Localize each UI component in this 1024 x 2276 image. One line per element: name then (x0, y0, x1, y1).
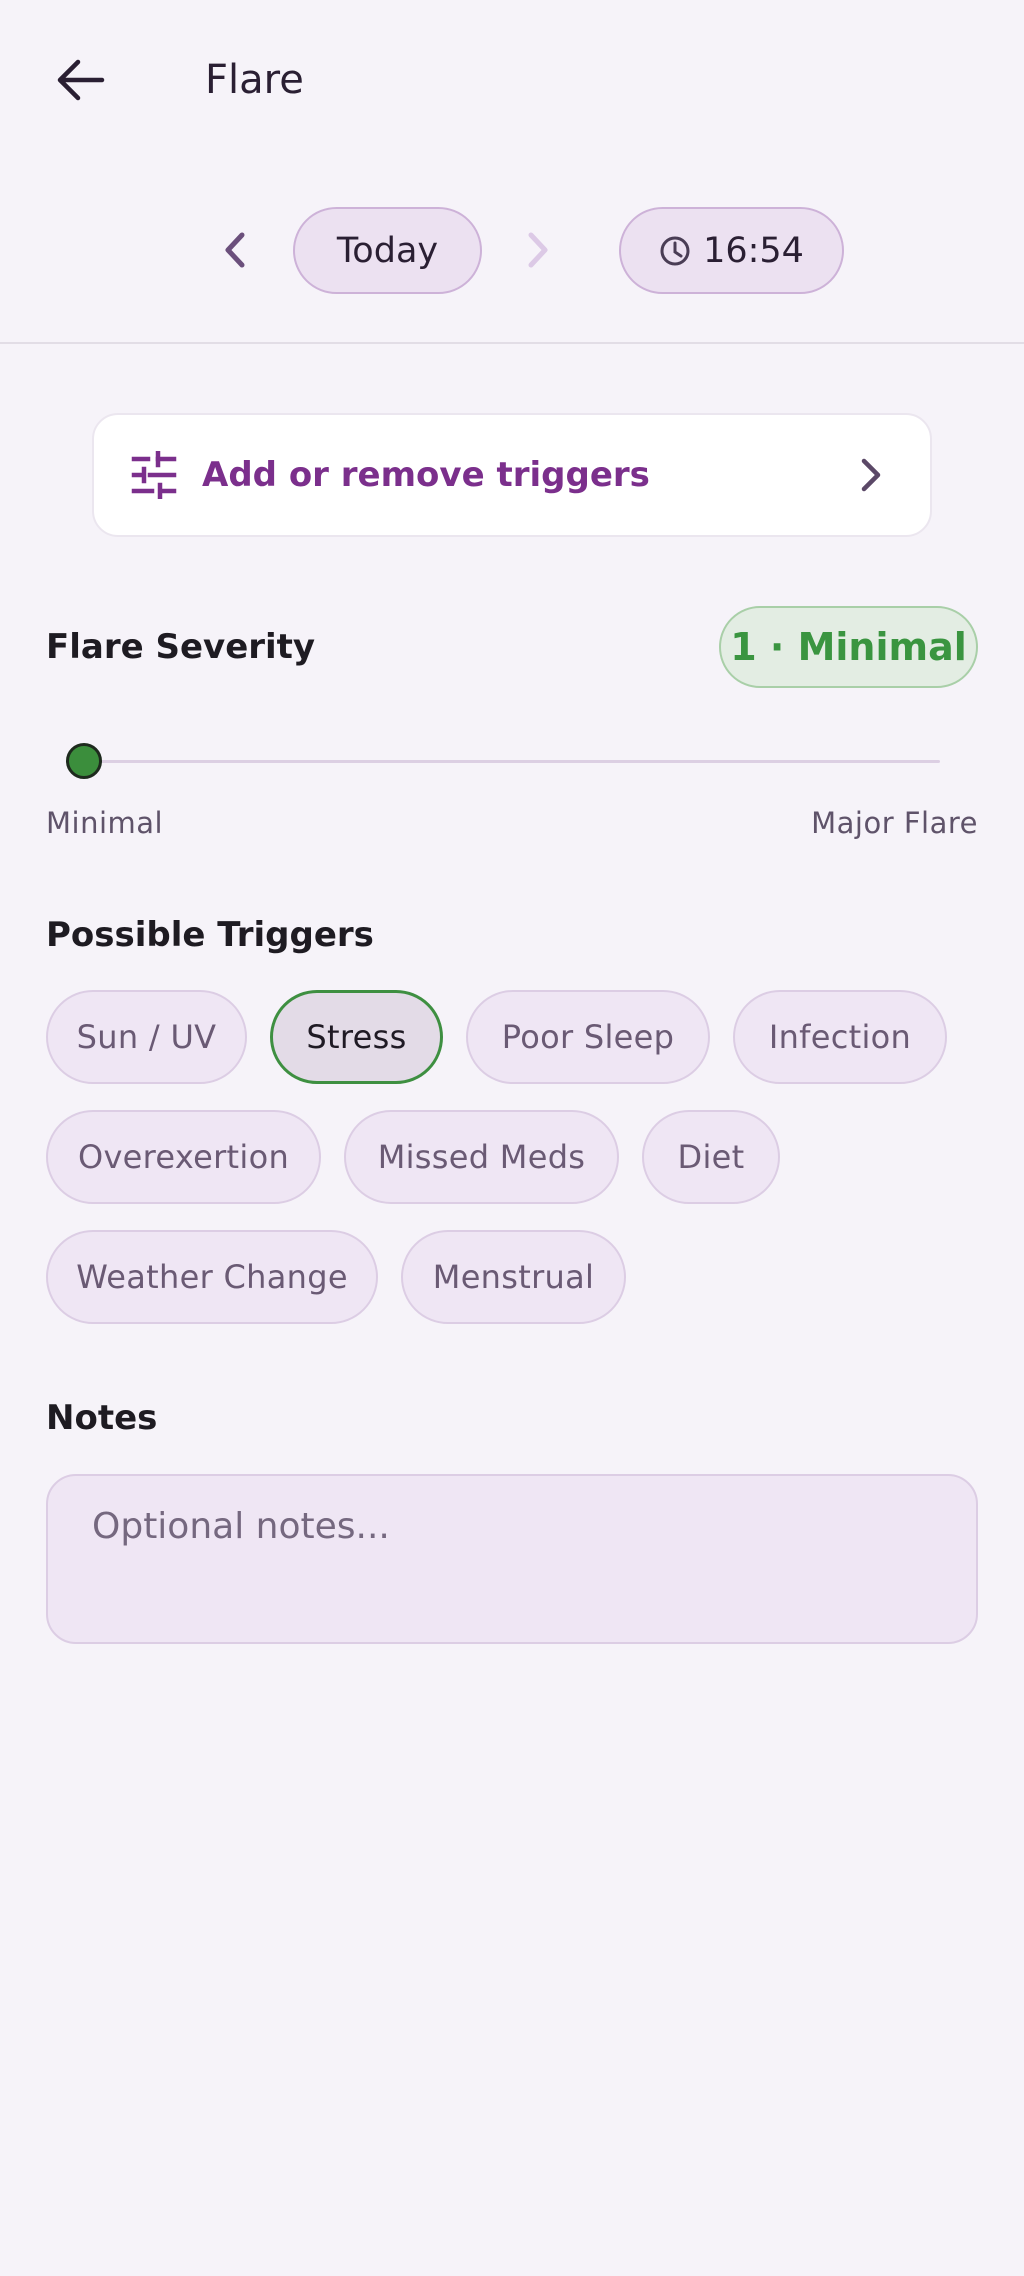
previous-day-button[interactable] (200, 215, 270, 285)
next-day-button[interactable] (503, 215, 573, 285)
time-selector[interactable]: 16:54 (619, 207, 844, 294)
severity-badge: 1 · Minimal (719, 606, 978, 688)
add-remove-triggers-button[interactable]: Add or remove triggers (92, 413, 932, 537)
trigger-chip-missed-meds[interactable]: Missed Meds (344, 1110, 619, 1204)
chevron-right-icon (861, 458, 881, 492)
arrow-left-icon (57, 59, 105, 101)
page-title: Flare (205, 57, 304, 103)
severity-min-label: Minimal (46, 806, 164, 840)
trigger-chip-menstrual[interactable]: Menstrual (401, 1230, 626, 1324)
tune-sliders-icon (131, 451, 177, 499)
severity-slider-track[interactable] (86, 760, 940, 763)
trigger-chip-weather-change[interactable]: Weather Change (46, 1230, 378, 1324)
trigger-chip-poor-sleep[interactable]: Poor Sleep (466, 990, 710, 1084)
date-selector[interactable]: Today (293, 207, 482, 294)
chevron-right-icon (528, 232, 548, 268)
notes-title: Notes (46, 1398, 158, 1438)
chevron-left-icon (225, 232, 245, 268)
trigger-chip-sun-uv[interactable]: Sun / UV (46, 990, 247, 1084)
triggers-title: Possible Triggers (46, 915, 374, 955)
trigger-chip-diet[interactable]: Diet (642, 1110, 780, 1204)
trigger-chip-overexertion[interactable]: Overexertion (46, 1110, 321, 1204)
trigger-chip-infection[interactable]: Infection (733, 990, 947, 1084)
trigger-chip-stress[interactable]: Stress (270, 990, 443, 1084)
date-label: Today (336, 230, 439, 271)
add-remove-triggers-label: Add or remove triggers (202, 455, 650, 495)
time-label: 16:54 (703, 230, 804, 271)
notes-input[interactable] (46, 1474, 978, 1644)
severity-slider-thumb[interactable] (66, 743, 102, 779)
clock-icon (660, 236, 690, 265)
header-divider (0, 342, 1024, 344)
back-button[interactable] (40, 40, 120, 120)
severity-title: Flare Severity (46, 627, 316, 667)
severity-max-label: Major Flare (811, 806, 978, 840)
